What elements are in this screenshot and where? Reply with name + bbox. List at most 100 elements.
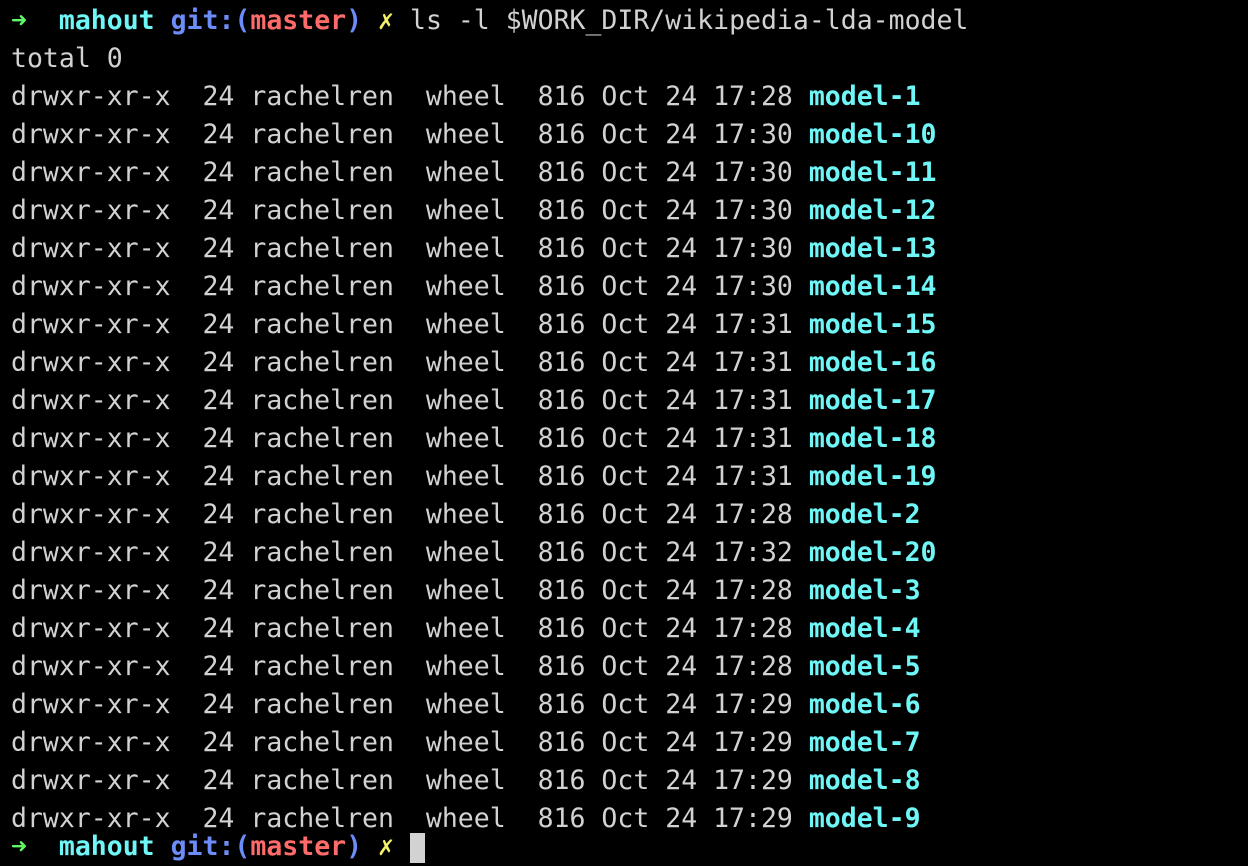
command-text: ls -l $WORK_DIR/wikipedia-lda-model <box>409 5 969 36</box>
listing-row: drwxr-xr-x 24 rachelren wheel 816 Oct 24… <box>11 496 1248 534</box>
entry-name: model-3 <box>808 575 921 606</box>
listing-row: drwxr-xr-x 24 rachelren wheel 816 Oct 24… <box>11 648 1248 686</box>
git-dirty-icon: ✗ <box>378 831 395 862</box>
entry-links: 24 <box>202 765 235 796</box>
entry-permissions: drwxr-xr-x <box>11 157 171 188</box>
listing-row: drwxr-xr-x 24 rachelren wheel 816 Oct 24… <box>11 610 1248 648</box>
entry-owner: rachelren <box>250 423 394 454</box>
entry-owner: rachelren <box>250 309 394 340</box>
entry-permissions: drwxr-xr-x <box>11 309 171 340</box>
entry-name: model-15 <box>808 309 937 340</box>
entry-date: Oct 24 17:31 <box>601 423 793 454</box>
listing-row: drwxr-xr-x 24 rachelren wheel 816 Oct 24… <box>11 306 1248 344</box>
entry-group: wheel <box>425 461 506 492</box>
entry-size: 816 <box>537 233 586 264</box>
entry-owner: rachelren <box>250 727 394 758</box>
entry-owner: rachelren <box>250 81 394 112</box>
git-dirty-icon: ✗ <box>378 5 395 36</box>
entry-date: Oct 24 17:31 <box>601 347 793 378</box>
entry-date: Oct 24 17:28 <box>601 613 793 644</box>
entry-size: 816 <box>537 119 586 150</box>
entry-date: Oct 24 17:28 <box>601 499 793 530</box>
entry-group: wheel <box>425 309 506 340</box>
listing-row: drwxr-xr-x 24 rachelren wheel 816 Oct 24… <box>11 230 1248 268</box>
next-prompt-line[interactable]: ➜ mahout git:(master) ✗ <box>11 828 425 866</box>
entry-size: 816 <box>537 613 586 644</box>
total-line: total 0 <box>11 43 123 74</box>
entry-date: Oct 24 17:30 <box>601 119 793 150</box>
entry-permissions: drwxr-xr-x <box>11 689 171 720</box>
entry-name: model-11 <box>808 157 937 188</box>
listing-row: drwxr-xr-x 24 rachelren wheel 816 Oct 24… <box>11 116 1248 154</box>
entry-size: 816 <box>537 157 586 188</box>
listing-row: drwxr-xr-x 24 rachelren wheel 816 Oct 24… <box>11 724 1248 762</box>
entry-name: model-20 <box>808 537 937 568</box>
entry-size: 816 <box>537 575 586 606</box>
entry-size: 816 <box>537 727 586 758</box>
entry-group: wheel <box>425 347 506 378</box>
entry-date: Oct 24 17:31 <box>601 385 793 416</box>
entry-date: Oct 24 17:32 <box>601 537 793 568</box>
entry-date: Oct 24 17:31 <box>601 461 793 492</box>
entry-group: wheel <box>425 499 506 530</box>
entry-name: model-12 <box>808 195 937 226</box>
entry-size: 816 <box>537 195 586 226</box>
entry-permissions: drwxr-xr-x <box>11 765 171 796</box>
entry-group: wheel <box>425 157 506 188</box>
entry-name: model-18 <box>808 423 937 454</box>
entry-owner: rachelren <box>250 613 394 644</box>
entry-owner: rachelren <box>250 499 394 530</box>
entry-links: 24 <box>202 347 235 378</box>
entry-permissions: drwxr-xr-x <box>11 119 171 150</box>
git-branch: master <box>250 5 347 36</box>
entry-links: 24 <box>202 461 235 492</box>
entry-owner: rachelren <box>250 233 394 264</box>
git-prefix: git:( <box>170 831 251 862</box>
entry-group: wheel <box>425 613 506 644</box>
entry-permissions: drwxr-xr-x <box>11 727 171 758</box>
entry-date: Oct 24 17:30 <box>601 157 793 188</box>
entry-size: 816 <box>537 423 586 454</box>
entry-permissions: drwxr-xr-x <box>11 575 171 606</box>
git-prefix: git:( <box>170 5 251 36</box>
entry-links: 24 <box>202 157 235 188</box>
entry-group: wheel <box>425 803 506 834</box>
entry-links: 24 <box>202 81 235 112</box>
entry-name: model-7 <box>808 727 921 758</box>
entry-name: model-5 <box>808 651 921 682</box>
entry-permissions: drwxr-xr-x <box>11 271 171 302</box>
entry-links: 24 <box>202 499 235 530</box>
entry-owner: rachelren <box>250 689 394 720</box>
entry-date: Oct 24 17:31 <box>601 309 793 340</box>
entry-size: 816 <box>537 765 586 796</box>
listing-row: drwxr-xr-x 24 rachelren wheel 816 Oct 24… <box>11 534 1248 572</box>
entry-links: 24 <box>202 613 235 644</box>
listing-row: drwxr-xr-x 24 rachelren wheel 816 Oct 24… <box>11 268 1248 306</box>
entry-date: Oct 24 17:28 <box>601 575 793 606</box>
listing-row: drwxr-xr-x 24 rachelren wheel 816 Oct 24… <box>11 192 1248 230</box>
entry-group: wheel <box>425 119 506 150</box>
listing-row: drwxr-xr-x 24 rachelren wheel 816 Oct 24… <box>11 572 1248 610</box>
prompt-arrow-icon: ➜ <box>11 831 27 862</box>
entry-size: 816 <box>537 499 586 530</box>
entry-size: 816 <box>537 81 586 112</box>
listing-row: drwxr-xr-x 24 rachelren wheel 816 Oct 24… <box>11 762 1248 800</box>
entry-permissions: drwxr-xr-x <box>11 195 171 226</box>
entry-owner: rachelren <box>250 195 394 226</box>
listing-row: drwxr-xr-x 24 rachelren wheel 816 Oct 24… <box>11 78 1248 116</box>
entry-name: model-4 <box>808 613 921 644</box>
entry-owner: rachelren <box>250 385 394 416</box>
entry-links: 24 <box>202 423 235 454</box>
prompt-arrow-icon: ➜ <box>11 5 27 36</box>
entry-group: wheel <box>425 765 506 796</box>
entry-permissions: drwxr-xr-x <box>11 385 171 416</box>
git-branch: master <box>250 831 347 862</box>
listing-row: drwxr-xr-x 24 rachelren wheel 816 Oct 24… <box>11 382 1248 420</box>
entry-size: 816 <box>537 537 586 568</box>
entry-name: model-8 <box>808 765 921 796</box>
prompt-directory: mahout <box>58 5 155 36</box>
entry-group: wheel <box>425 575 506 606</box>
entry-owner: rachelren <box>250 537 394 568</box>
entry-name: model-6 <box>808 689 921 720</box>
entry-size: 816 <box>537 271 586 302</box>
